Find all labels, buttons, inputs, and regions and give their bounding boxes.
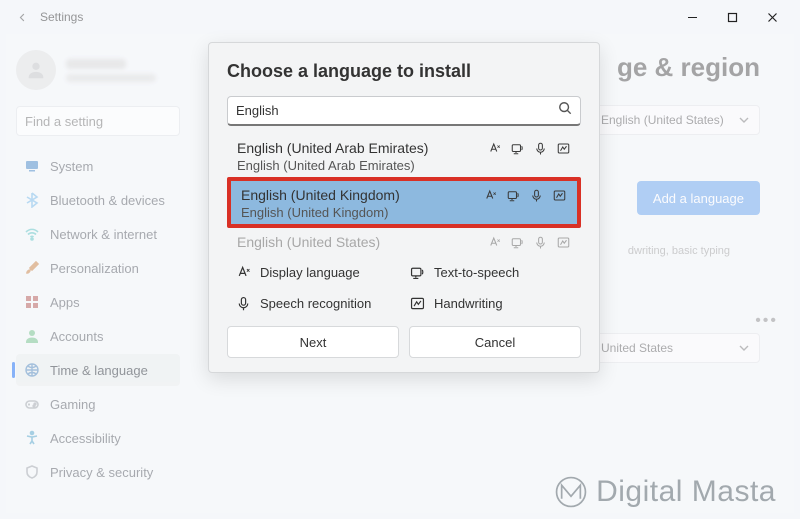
language-list: English (United Arab Emirates) English (… <box>227 134 581 254</box>
legend-speech-recognition: Speech recognition <box>235 295 399 312</box>
cancel-button[interactable]: Cancel <box>409 326 581 358</box>
text-to-speech-icon <box>510 141 525 156</box>
close-button[interactable] <box>752 3 792 31</box>
language-option[interactable]: English (United Arab Emirates) English (… <box>227 134 581 177</box>
watermark-text: Digital Masta <box>596 475 776 509</box>
language-primary-label: English (United Arab Emirates) <box>237 140 487 156</box>
maximize-button[interactable] <box>712 3 752 31</box>
titlebar: Settings <box>0 0 800 34</box>
language-primary-label: English (United Kingdom) <box>241 187 483 203</box>
feature-icons <box>487 235 571 250</box>
feature-icons <box>487 141 571 156</box>
language-sub-label: English (United Arab Emirates) <box>237 156 571 173</box>
language-install-dialog: Choose a language to install English (Un… <box>208 42 600 373</box>
next-button[interactable]: Next <box>227 326 399 358</box>
handwriting-icon <box>556 141 571 156</box>
watermark: Digital Masta <box>554 475 776 509</box>
legend-text-to-speech: Text-to-speech <box>409 264 573 281</box>
speech-recognition-icon <box>235 295 252 312</box>
feature-legend: Display language Text-to-speech Speech r… <box>227 254 581 316</box>
back-icon[interactable] <box>8 3 36 31</box>
app-title: Settings <box>40 10 83 24</box>
speech-recognition-icon <box>533 141 548 156</box>
language-search-input[interactable] <box>236 103 558 118</box>
legend-handwriting: Handwriting <box>409 295 573 312</box>
watermark-logo-icon <box>554 475 588 509</box>
text-to-speech-icon <box>510 235 525 250</box>
dialog-title: Choose a language to install <box>227 61 581 82</box>
search-icon <box>558 101 572 120</box>
display-language-icon <box>235 264 252 281</box>
text-to-speech-icon <box>409 264 426 281</box>
language-option: English (United States) <box>227 228 581 254</box>
minimize-button[interactable] <box>672 3 712 31</box>
speech-recognition-icon <box>533 235 548 250</box>
display-language-icon <box>487 235 502 250</box>
language-option[interactable]: English (United Kingdom) English (United… <box>227 177 581 228</box>
language-search[interactable] <box>227 96 581 126</box>
display-language-icon <box>483 188 498 203</box>
handwriting-icon <box>552 188 567 203</box>
language-primary-label: English (United States) <box>237 234 487 250</box>
feature-icons <box>483 188 567 203</box>
speech-recognition-icon <box>529 188 544 203</box>
handwriting-icon <box>556 235 571 250</box>
display-language-icon <box>487 141 502 156</box>
legend-display-language: Display language <box>235 264 399 281</box>
text-to-speech-icon <box>506 188 521 203</box>
language-sub-label: English (United Kingdom) <box>241 203 567 220</box>
handwriting-icon <box>409 295 426 312</box>
